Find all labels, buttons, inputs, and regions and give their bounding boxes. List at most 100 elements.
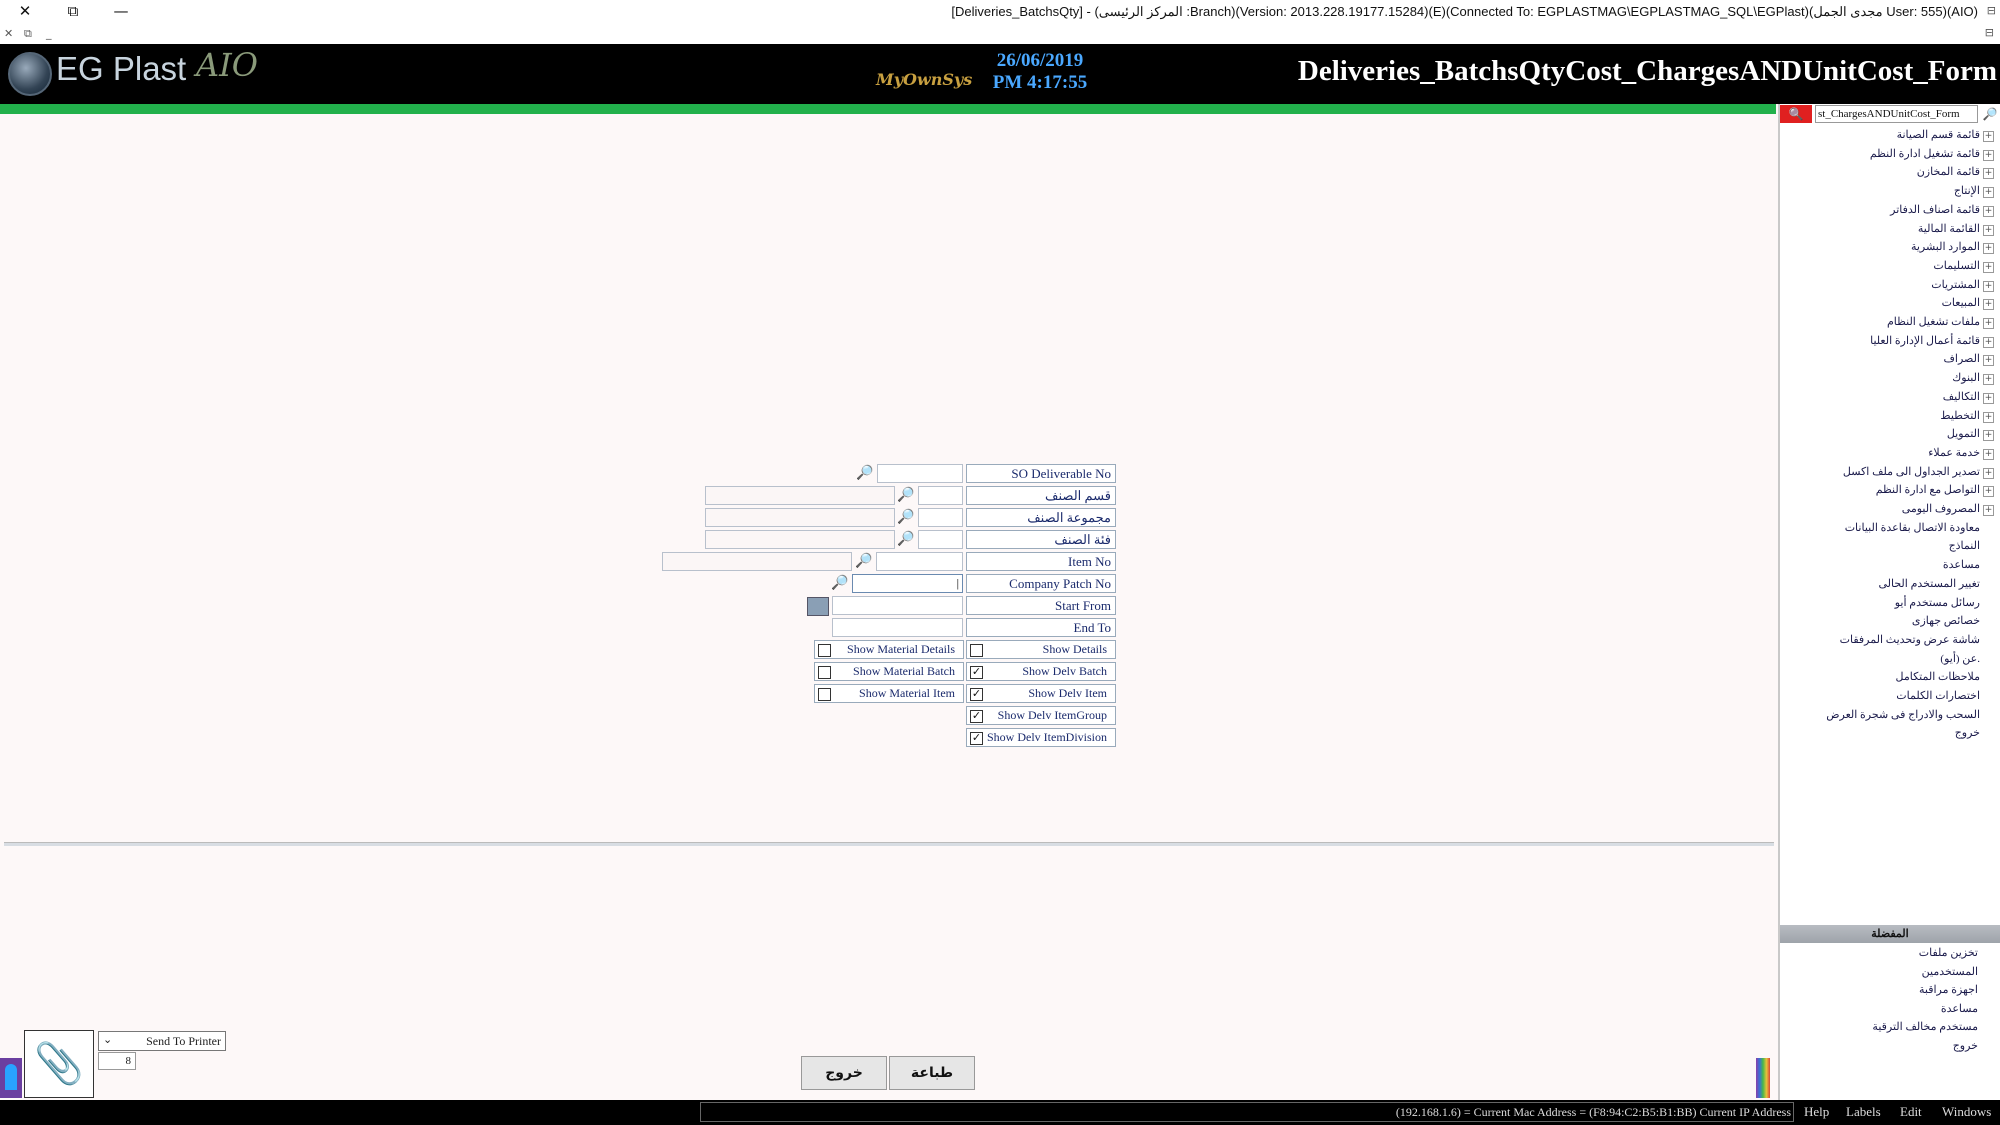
expand-icon[interactable]: + bbox=[1983, 467, 1994, 479]
item-no-name-input[interactable] bbox=[662, 552, 852, 571]
expand-icon[interactable]: + bbox=[1983, 205, 1994, 217]
checkbox-box[interactable]: ✓ bbox=[970, 732, 983, 745]
item-section-code-input[interactable] bbox=[918, 486, 963, 505]
attachment-icon[interactable]: 📎 bbox=[24, 1030, 94, 1098]
favorite-item[interactable]: تخزين ملفات bbox=[1919, 946, 1978, 959]
item-section-name-input[interactable] bbox=[705, 486, 895, 505]
show-delv-item-checkbox[interactable]: ✓ Show Delv Item bbox=[966, 684, 1116, 703]
show-material-batch-checkbox[interactable]: Show Material Batch bbox=[814, 662, 964, 681]
item-category-name-input[interactable] bbox=[705, 530, 895, 549]
checkbox-box[interactable] bbox=[970, 644, 983, 657]
expand-icon[interactable]: + bbox=[1983, 261, 1994, 273]
expand-icon[interactable]: + bbox=[1983, 355, 1994, 367]
checkbox-box[interactable]: ✓ bbox=[970, 710, 983, 723]
side-tab-icon[interactable] bbox=[0, 1058, 22, 1098]
expand-icon[interactable]: + bbox=[1983, 448, 1994, 460]
expand-icon[interactable]: + bbox=[1983, 299, 1994, 311]
tree-item[interactable]: تصدير الجداول الى ملف اكسل bbox=[1843, 465, 1980, 478]
end-to-date-input[interactable] bbox=[832, 618, 963, 637]
print-button[interactable]: طباعة bbox=[889, 1056, 975, 1090]
menu-windows[interactable]: Windows bbox=[1942, 1104, 1991, 1120]
tree-leaf[interactable]: رسائل مستخدم أيو bbox=[1895, 596, 1980, 609]
restore-window-icon[interactable]: ⧉ bbox=[50, 0, 96, 22]
expand-icon[interactable]: + bbox=[1983, 280, 1994, 292]
chevron-down-icon[interactable]: ⌄ bbox=[103, 1033, 112, 1046]
printer-select[interactable]: ⌄ Send To Printer bbox=[98, 1031, 226, 1051]
show-delv-batch-checkbox[interactable]: ✓ Show Delv Batch bbox=[966, 662, 1116, 681]
copies-stepper[interactable]: 8 bbox=[98, 1052, 136, 1070]
tree-item[interactable]: ملفات تشغيل النظام bbox=[1887, 315, 1980, 328]
tree-leaf[interactable]: النماذج bbox=[1949, 539, 1980, 552]
expand-icon[interactable]: + bbox=[1983, 131, 1994, 142]
tree-item[interactable]: الإنتاج bbox=[1954, 184, 1980, 197]
expand-icon[interactable]: + bbox=[1983, 318, 1994, 329]
minimize-window-icon[interactable]: — bbox=[98, 0, 144, 22]
tree-item[interactable]: الصراف bbox=[1944, 352, 1980, 365]
item-group-name-input[interactable] bbox=[705, 508, 895, 527]
tree-item[interactable]: التسليمات bbox=[1933, 259, 1980, 272]
checkbox-box[interactable] bbox=[818, 666, 831, 679]
tree-leaf[interactable]: شاشة عرض وتحديث المرفقات bbox=[1840, 633, 1980, 646]
item-group-code-input[interactable] bbox=[918, 508, 963, 527]
expand-icon[interactable]: + bbox=[1983, 392, 1994, 404]
show-material-details-checkbox[interactable]: Show Material Details bbox=[814, 640, 964, 659]
mdi-restore-icon[interactable]: ⧉ bbox=[24, 27, 32, 41]
menu-search-input[interactable]: st_ChargesANDUnitCost_Form bbox=[1815, 105, 1978, 123]
start-from-date-input[interactable] bbox=[832, 596, 963, 615]
tree-item[interactable]: البنوك bbox=[1952, 371, 1980, 384]
checkbox-box[interactable]: ✓ bbox=[970, 688, 983, 701]
favorite-item[interactable]: المستخدمين bbox=[1922, 965, 1978, 978]
exit-button[interactable]: خروج bbox=[801, 1056, 887, 1090]
tree-leaf[interactable]: معاودة الاتصال بقاعدة البيانات bbox=[1845, 521, 1980, 534]
show-delv-itemgroup-checkbox[interactable]: ✓ Show Delv ItemGroup bbox=[966, 706, 1116, 725]
tree-leaf[interactable]: خروج bbox=[1955, 726, 1980, 739]
tree-item[interactable]: التخطيط bbox=[1940, 409, 1980, 422]
tree-item[interactable]: القائمة المالية bbox=[1918, 222, 1980, 235]
tree-item[interactable]: قائمة المخازن bbox=[1917, 165, 1980, 178]
tree-leaf[interactable]: السحب والادراج فى شجرة العرض bbox=[1826, 708, 1980, 721]
company-patch-no-input[interactable]: | bbox=[852, 574, 963, 593]
search-button[interactable]: 🔍 bbox=[1780, 105, 1812, 123]
mdi-close-icon[interactable]: ✕ bbox=[4, 27, 13, 40]
tree-item[interactable]: قائمة قسم الصيانة bbox=[1897, 128, 1980, 141]
tree-item[interactable]: التواصل مع ادارة النظم bbox=[1876, 483, 1980, 496]
menu-edit[interactable]: Edit bbox=[1900, 1104, 1922, 1120]
expand-icon[interactable]: + bbox=[1983, 430, 1994, 442]
item-no-code-input[interactable] bbox=[876, 552, 963, 571]
item-group-search-icon[interactable]: 🔎 bbox=[896, 508, 916, 527]
tree-item[interactable]: المصروف اليومى bbox=[1902, 502, 1980, 515]
item-no-search-icon[interactable]: 🔎 bbox=[854, 552, 874, 571]
item-category-search-icon[interactable]: 🔎 bbox=[896, 530, 916, 549]
show-material-item-checkbox[interactable]: Show Material Item bbox=[814, 684, 964, 703]
expand-icon[interactable]: + bbox=[1983, 336, 1994, 348]
tree-leaf[interactable]: تغيير المستخدم الحالى bbox=[1878, 577, 1980, 590]
expand-icon[interactable]: + bbox=[1983, 486, 1994, 498]
tree-item[interactable]: التمويل bbox=[1947, 427, 1980, 440]
expand-icon[interactable]: + bbox=[1983, 149, 1994, 161]
show-delv-itemdivision-checkbox[interactable]: ✓ Show Delv ItemDivision bbox=[966, 728, 1116, 747]
item-category-code-input[interactable] bbox=[918, 530, 963, 549]
menu-help[interactable]: Help bbox=[1804, 1104, 1829, 1120]
expand-icon[interactable]: + bbox=[1983, 374, 1994, 386]
show-details-checkbox[interactable]: Show Details bbox=[966, 640, 1116, 659]
so-deliverable-no-input[interactable] bbox=[877, 464, 963, 483]
mdi-minimize-icon[interactable]: _ bbox=[46, 27, 52, 40]
company-patch-search-icon[interactable]: 🔎 bbox=[830, 574, 850, 593]
expand-icon[interactable]: + bbox=[1983, 505, 1994, 516]
expand-icon[interactable]: + bbox=[1983, 411, 1994, 423]
item-section-search-icon[interactable]: 🔎 bbox=[896, 486, 916, 505]
favorite-item[interactable]: خروج bbox=[1953, 1039, 1978, 1052]
expand-icon[interactable]: + bbox=[1983, 187, 1994, 199]
tree-leaf[interactable]: اختصارات الكلمات bbox=[1896, 689, 1980, 702]
checkbox-box[interactable] bbox=[818, 688, 831, 701]
checkbox-box[interactable] bbox=[818, 644, 831, 657]
favorite-item[interactable]: اجهزة مراقبة bbox=[1919, 983, 1978, 996]
tree-leaf[interactable]: عن (أيو). bbox=[1940, 652, 1980, 665]
mdi-list-icon[interactable]: ⊟ bbox=[1985, 26, 1994, 39]
tree-leaf[interactable]: ملاحظات المتكامل bbox=[1896, 670, 1980, 683]
tree-item[interactable]: التكاليف bbox=[1943, 390, 1980, 403]
expand-icon[interactable]: + bbox=[1983, 243, 1994, 255]
calendar-icon[interactable] bbox=[807, 597, 829, 616]
search-icon[interactable]: 🔎 bbox=[1981, 105, 1999, 123]
tree-item[interactable]: المبيعات bbox=[1942, 296, 1980, 309]
